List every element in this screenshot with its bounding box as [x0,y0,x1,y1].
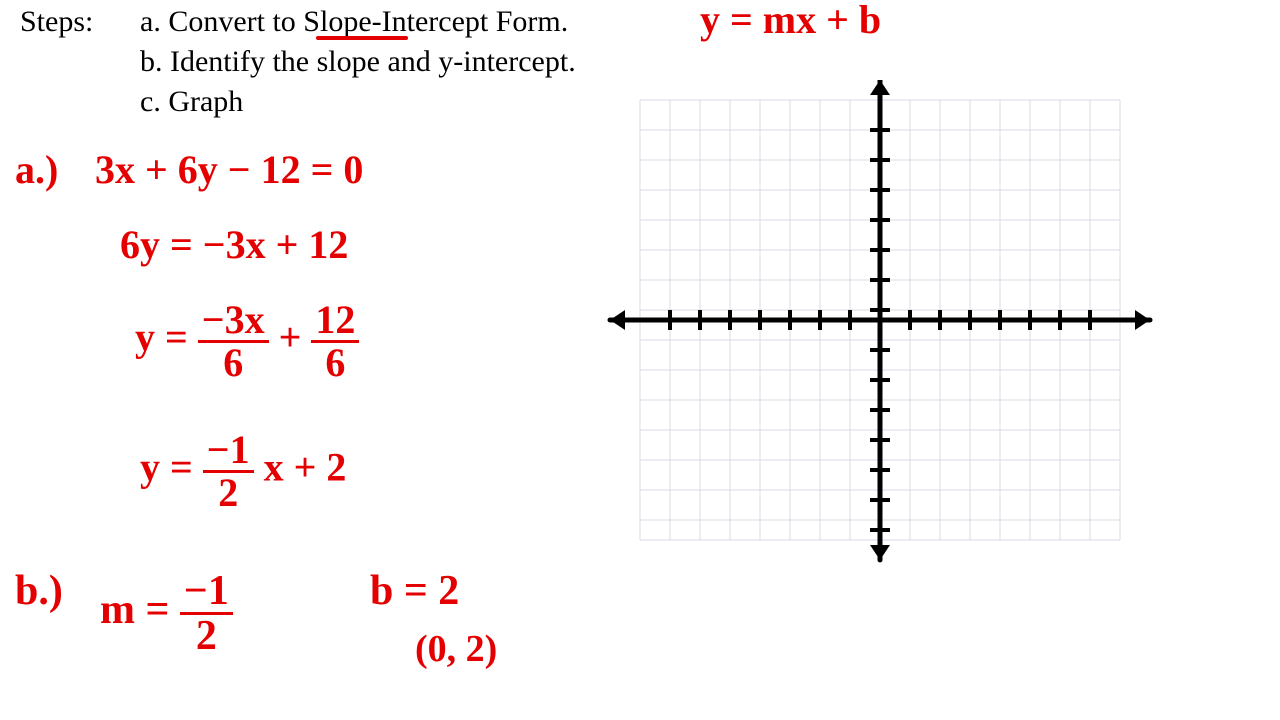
work-a-line4: y = −1 2 x + 2 [140,430,346,513]
line4-den: 2 [214,473,242,513]
step-b-text: b. Identify the slope and y-intercept. [140,45,576,79]
work-a-line1: 3x + 6y − 12 = 0 [95,150,363,190]
work-b-label: b.) [15,570,63,612]
step-c-text: c. Graph [140,85,243,119]
step-a-text: a. Convert to Slope-Intercept Form. [140,5,568,39]
bm-frac: −1 2 [180,570,233,657]
steps-label: Steps: [20,5,93,39]
line3-num2: 12 [311,300,359,343]
work-a-label: a.) [15,150,58,190]
arrow-down-icon [870,545,890,560]
line3-den2: 6 [321,343,349,383]
line3-frac2: 12 6 [311,300,359,383]
line4-pre: y = [140,445,203,490]
arrow-up-icon [870,80,890,95]
line3-num1: −3x [198,300,269,343]
arrow-right-icon [1135,310,1150,330]
line4-num: −1 [203,430,254,473]
line3-mid: + [279,315,312,360]
line4-frac: −1 2 [203,430,254,513]
arrow-left-icon [610,310,625,330]
line3-pre: y = [135,315,198,360]
coordinate-grid [600,80,1160,570]
line3-frac1: −3x 6 [198,300,269,383]
underline-slope [316,36,408,40]
work-b-m: m = −1 2 [100,570,233,657]
bm-den: 2 [192,615,221,657]
work-b-b: b = 2 [370,570,459,612]
work-a-line2: 6y = −3x + 12 [120,225,348,265]
bm-pre: m = [100,587,180,633]
work-a-line3: y = −3x 6 + 12 6 [135,300,359,383]
work-b-point: (0, 2) [415,630,497,668]
line3-den1: 6 [219,343,247,383]
slope-intercept-formula: y = mx + b [700,0,881,40]
line4-post: x + 2 [264,445,347,490]
bm-num: −1 [180,570,233,615]
